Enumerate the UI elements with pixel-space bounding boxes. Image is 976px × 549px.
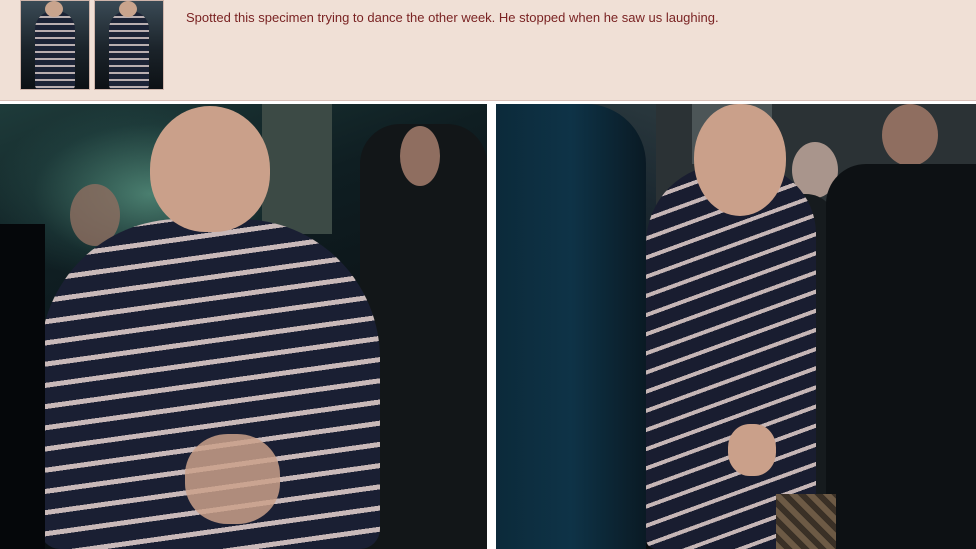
foreground-shadow xyxy=(0,224,45,549)
standing-man-head xyxy=(694,104,786,216)
page: Spotted this specimen trying to dance th… xyxy=(0,0,976,549)
post-header: Spotted this specimen trying to dance th… xyxy=(0,0,976,101)
thumbnail-row xyxy=(20,0,164,90)
background-doorway xyxy=(262,104,332,234)
standing-man-hand xyxy=(728,424,776,476)
thumbnail-head xyxy=(45,1,63,17)
thumbnail-left[interactable] xyxy=(20,0,90,90)
thumbnail-figure xyxy=(35,11,75,89)
thumbnail-head xyxy=(119,1,137,17)
bald-man-head xyxy=(882,104,938,166)
dancing-man-head xyxy=(150,106,270,232)
patterned-floor xyxy=(776,494,836,549)
thumbnail-right[interactable] xyxy=(94,0,164,90)
right-edge-person xyxy=(826,164,976,549)
thumbnail-figure xyxy=(109,11,149,89)
photo-divider xyxy=(487,104,496,549)
photo-right[interactable] xyxy=(496,104,976,549)
photo-left[interactable] xyxy=(0,104,487,549)
background-face xyxy=(400,126,440,186)
foreground-blurred-person xyxy=(496,104,646,549)
standing-man-shirt xyxy=(646,164,816,549)
dancing-man-hand xyxy=(185,434,280,524)
post-comment: Spotted this specimen trying to dance th… xyxy=(186,10,719,25)
